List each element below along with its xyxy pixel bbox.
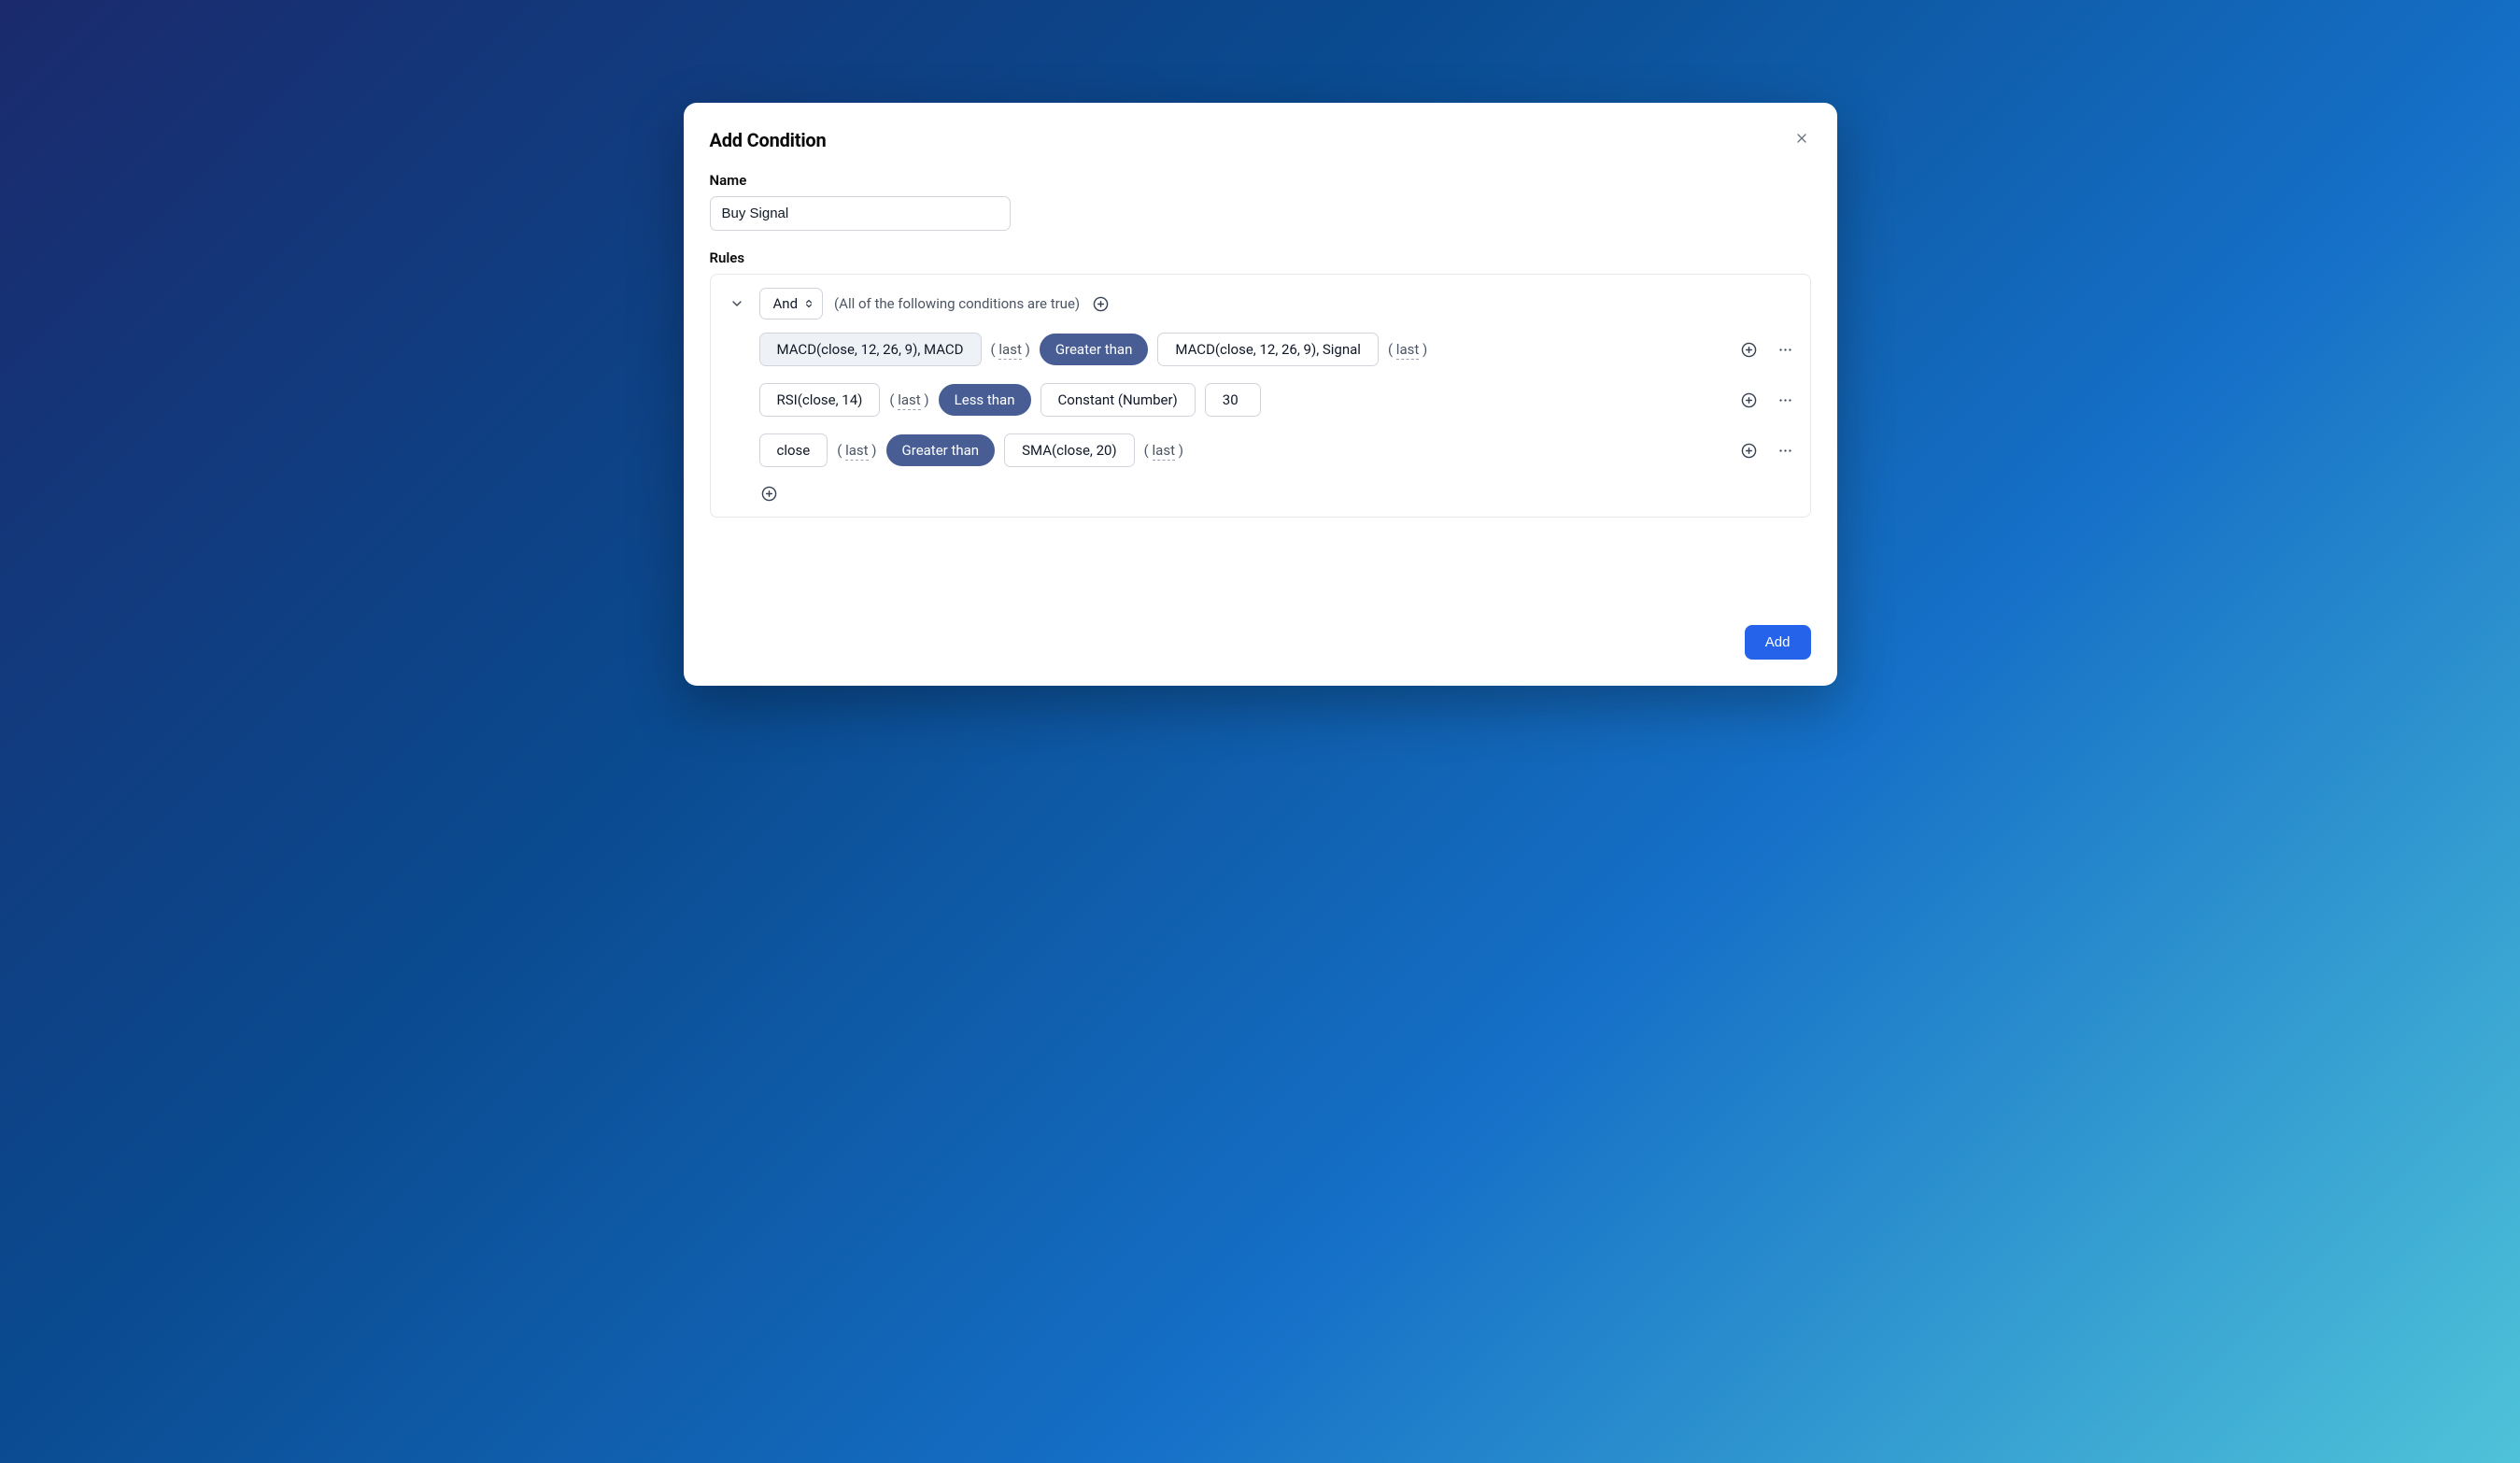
chevron-down-icon [729, 296, 744, 311]
group-header: And (All of the following conditions are… [726, 288, 1795, 320]
rule-left-last[interactable]: ( last ) [991, 341, 1030, 358]
rule-operator[interactable]: Greater than [1040, 334, 1149, 365]
modal-title: Add Condition [710, 129, 827, 151]
logic-operator-select[interactable]: And [759, 288, 824, 320]
rule-operator[interactable]: Less than [939, 384, 1031, 416]
rule-add-button[interactable] [1739, 391, 1759, 410]
rule-right-type[interactable]: Constant (Number) [1041, 383, 1196, 417]
rule-left-last[interactable]: ( last ) [889, 391, 928, 408]
ellipsis-icon [1777, 342, 1793, 358]
rule-right-last[interactable]: ( last ) [1144, 442, 1183, 459]
rule-right-last[interactable]: ( last ) [1388, 341, 1427, 358]
group-description: (All of the following conditions are tru… [834, 295, 1080, 312]
plus-circle-icon [1093, 296, 1109, 312]
plus-circle-icon [1741, 392, 1757, 408]
modal-header: Add Condition [710, 129, 1811, 151]
close-icon [1794, 131, 1809, 146]
rule-actions [1739, 441, 1795, 461]
rule-add-button[interactable] [1739, 340, 1759, 360]
close-button[interactable] [1792, 129, 1811, 148]
rule-row: RSI(close, 14) ( last ) Less than Consta… [759, 383, 1795, 417]
plus-circle-icon [761, 486, 777, 502]
name-section: Name [710, 172, 1811, 231]
rule-add-button[interactable] [1739, 441, 1759, 461]
rule-row: close ( last ) Greater than SMA(close, 2… [759, 433, 1795, 467]
ellipsis-icon [1777, 392, 1793, 408]
add-group-button[interactable] [1091, 294, 1111, 314]
rules-section: Rules And (All of th [710, 249, 1811, 518]
plus-circle-icon [1741, 443, 1757, 459]
collapse-toggle[interactable] [726, 292, 748, 315]
rule-right-operand[interactable]: MACD(close, 12, 26, 9), Signal [1157, 333, 1379, 366]
add-rule-button[interactable] [759, 484, 779, 504]
rules-container: And (All of the following conditions are… [710, 274, 1811, 518]
logic-operator-label: And [773, 295, 799, 312]
rule-actions [1739, 391, 1795, 410]
plus-circle-icon [1741, 342, 1757, 358]
add-button[interactable]: Add [1745, 625, 1811, 660]
add-rule-row [759, 484, 1795, 504]
name-label: Name [710, 172, 1811, 189]
name-input[interactable] [710, 196, 1011, 231]
rule-actions [1739, 340, 1795, 360]
rule-more-button[interactable] [1776, 391, 1795, 410]
rules-list: MACD(close, 12, 26, 9), MACD ( last ) Gr… [726, 333, 1795, 504]
rules-label: Rules [710, 249, 1811, 266]
modal-footer: Add [710, 625, 1811, 660]
add-condition-modal: Add Condition Name Rules And [684, 103, 1837, 686]
select-caret-icon [803, 298, 814, 309]
rule-left-operand[interactable]: MACD(close, 12, 26, 9), MACD [759, 333, 982, 366]
rule-left-operand[interactable]: close [759, 433, 828, 467]
ellipsis-icon [1777, 443, 1793, 459]
rule-more-button[interactable] [1776, 340, 1795, 360]
rule-left-last[interactable]: ( last ) [837, 442, 876, 459]
rule-right-value[interactable]: 30 [1205, 383, 1261, 417]
rule-right-operand[interactable]: SMA(close, 20) [1004, 433, 1135, 467]
rule-left-operand[interactable]: RSI(close, 14) [759, 383, 881, 417]
rule-row: MACD(close, 12, 26, 9), MACD ( last ) Gr… [759, 333, 1795, 366]
rule-more-button[interactable] [1776, 441, 1795, 461]
rule-operator[interactable]: Greater than [886, 434, 996, 466]
